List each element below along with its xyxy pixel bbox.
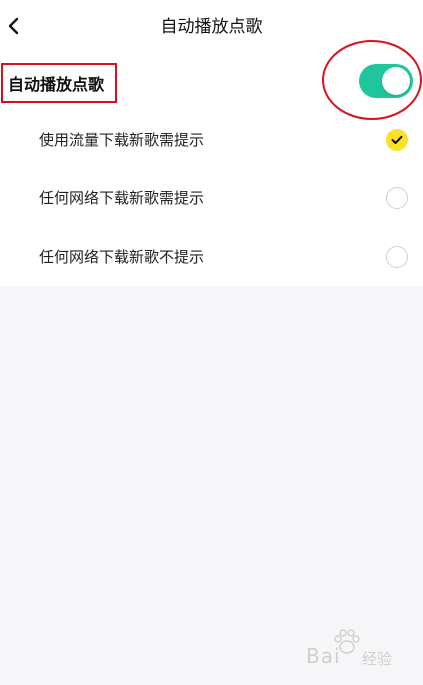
chevron-left-icon — [8, 17, 19, 35]
checkmark-icon — [391, 135, 403, 144]
watermark-subtext: 经验 — [362, 650, 393, 668]
watermark: Bai 经验 — [306, 628, 406, 676]
radio-button[interactable] — [386, 129, 408, 151]
option-row-mobile-data-prompt[interactable]: 使用流量下载新歌需提示 — [0, 111, 423, 169]
annotation-box — [1, 63, 117, 103]
option-row-any-network-prompt[interactable]: 任何网络下载新歌需提示 — [0, 169, 423, 227]
radio-button[interactable] — [386, 187, 408, 209]
watermark-text: Bai — [306, 644, 341, 668]
back-button[interactable] — [2, 8, 28, 46]
option-label: 任何网络下载新歌不提示 — [39, 248, 205, 266]
option-label: 任何网络下载新歌需提示 — [39, 189, 205, 207]
option-label: 使用流量下载新歌需提示 — [39, 131, 205, 149]
radio-button[interactable] — [386, 246, 408, 268]
settings-page: 自动播放点歌 自动播放点歌 使用流量下载新歌需提示 任何网络下载新歌需提示 任何… — [0, 0, 423, 685]
option-row-any-network-no-prompt[interactable]: 任何网络下载新歌不提示 — [0, 228, 423, 286]
annotation-ellipse — [322, 40, 422, 120]
